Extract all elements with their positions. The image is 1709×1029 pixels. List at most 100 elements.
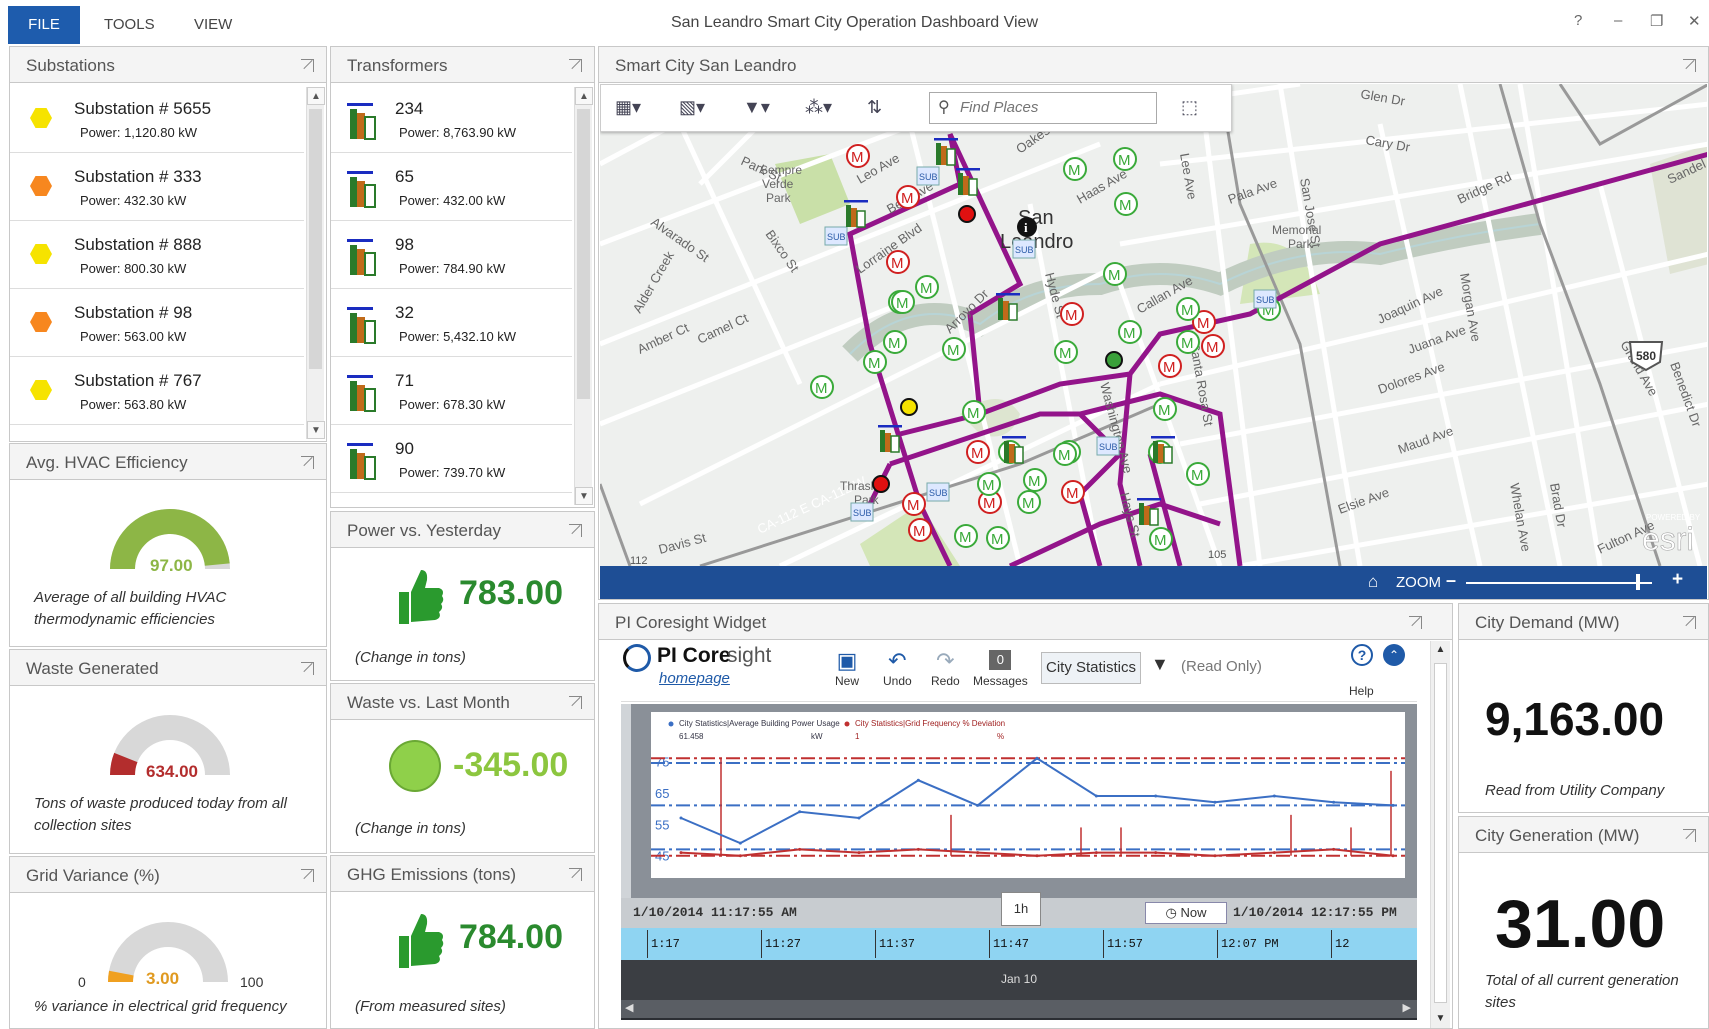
meter-marker-icon[interactable]: M <box>966 440 990 464</box>
transformer-row[interactable]: 71 Power: 678.30 kW <box>331 357 572 425</box>
meter-marker-icon[interactable]: M <box>1054 340 1078 364</box>
transformer-marker-icon[interactable] <box>1002 436 1026 464</box>
scroll-up-icon[interactable]: ▲ <box>1431 641 1450 659</box>
meter-marker-icon[interactable]: M <box>1176 297 1200 321</box>
meter-marker-icon[interactable]: M <box>962 400 986 424</box>
meter-marker-icon[interactable]: M <box>896 185 920 209</box>
maximize-icon[interactable] <box>569 696 582 709</box>
alert-marker-icon[interactable] <box>1105 351 1123 369</box>
substation-marker-icon[interactable]: SUB <box>1096 436 1120 456</box>
transformer-marker-icon[interactable] <box>1151 436 1175 464</box>
maximize-icon[interactable] <box>569 59 582 72</box>
time-scrollbar[interactable]: ◀ ▶ <box>621 1000 1417 1018</box>
cluster-icon[interactable]: ⁂▾ <box>805 97 832 118</box>
end-time[interactable]: 1/10/2014 12:17:55 PM <box>1233 905 1397 920</box>
street-map[interactable]: Park St Sempre Verde Park Leo Ave Best A… <box>600 84 1707 566</box>
meter-marker-icon[interactable]: M <box>1158 354 1182 378</box>
now-button[interactable]: ◷ Now <box>1145 902 1227 924</box>
meter-marker-icon[interactable]: M <box>1053 442 1077 466</box>
scroll-up-icon[interactable]: ▲ <box>575 87 593 105</box>
scroll-left-icon[interactable]: ◀ <box>625 1001 633 1014</box>
redo-button[interactable]: ↷ Redo <box>931 648 960 688</box>
find-places-input[interactable] <box>960 99 1150 116</box>
meter-marker-icon[interactable]: M <box>863 350 887 374</box>
meter-marker-icon[interactable]: M <box>846 144 870 168</box>
time-navigator[interactable]: Jan 10 <box>621 960 1417 1000</box>
meter-marker-icon[interactable]: M <box>1060 302 1084 326</box>
close-icon[interactable]: ✕ <box>1688 12 1701 30</box>
basemap-icon[interactable]: ▦▾ <box>615 97 641 118</box>
restore-icon[interactable]: ❐ <box>1650 12 1663 30</box>
scroll-thumb[interactable] <box>309 109 322 369</box>
meter-marker-icon[interactable]: M <box>891 290 915 314</box>
meter-marker-icon[interactable]: M <box>1201 334 1225 358</box>
meter-marker-icon[interactable]: M <box>1118 320 1142 344</box>
maximize-icon[interactable] <box>569 868 582 881</box>
substation-marker-icon[interactable]: SUB <box>1012 239 1036 259</box>
substation-row[interactable]: Substation # 98 Power: 563.00 kW <box>10 289 304 357</box>
alert-marker-icon[interactable] <box>958 205 976 223</box>
messages-button[interactable]: 0 Messages <box>973 648 1028 688</box>
new-button[interactable]: ▣ New <box>835 648 859 688</box>
display-selector[interactable]: City Statistics <box>1041 652 1141 684</box>
time-axis[interactable]: 1:17 11:27 11:37 11:47 11:57 12:07 PM 12 <box>621 928 1417 960</box>
meter-marker-icon[interactable]: M <box>883 330 907 354</box>
meter-marker-icon[interactable]: M <box>1186 462 1210 486</box>
start-time[interactable]: 1/10/2014 11:17:55 AM <box>633 905 797 920</box>
zoom-slider[interactable] <box>1466 582 1652 584</box>
scroll-thumb[interactable] <box>1434 663 1447 1003</box>
meter-marker-icon[interactable]: M <box>942 337 966 361</box>
zoom-in-button[interactable]: + <box>1672 569 1683 591</box>
substation-row[interactable]: Substation # 888 Power: 800.30 kW <box>10 221 304 289</box>
meter-marker-icon[interactable]: M <box>810 375 834 399</box>
scroll-down-icon[interactable]: ▼ <box>1431 1010 1450 1028</box>
alert-marker-icon[interactable] <box>872 475 890 493</box>
maximize-icon[interactable] <box>1683 829 1696 842</box>
maximize-icon[interactable] <box>1683 59 1696 72</box>
substation-marker-icon[interactable]: SUB <box>926 482 950 502</box>
scroll-thumb[interactable] <box>577 109 590 399</box>
meter-marker-icon[interactable]: M <box>1103 262 1127 286</box>
scroll-right-icon[interactable]: ▶ <box>1403 1001 1411 1014</box>
help-icon[interactable]: ? <box>1574 12 1582 29</box>
undo-button[interactable]: ↶ Undo <box>883 648 912 688</box>
maximize-icon[interactable] <box>301 456 314 469</box>
maximize-icon[interactable] <box>301 59 314 72</box>
substation-marker-icon[interactable]: SUB <box>1253 289 1277 309</box>
alert-marker-icon[interactable] <box>900 398 918 416</box>
meter-marker-icon[interactable]: M <box>886 250 910 274</box>
transformer-marker-icon[interactable] <box>1137 498 1161 526</box>
substation-row[interactable]: Substation # 767 Power: 563.80 kW <box>10 357 304 425</box>
zoom-out-button[interactable]: – <box>1446 570 1456 591</box>
substation-marker-icon[interactable]: SUB <box>824 226 848 246</box>
meter-marker-icon[interactable]: M <box>1176 330 1200 354</box>
substation-row[interactable]: Substation # 333 Power: 432.30 kW <box>10 153 304 221</box>
maximize-icon[interactable] <box>301 662 314 675</box>
meter-marker-icon[interactable]: M <box>1113 147 1137 171</box>
home-icon[interactable]: ⌂ <box>1368 572 1378 592</box>
scroll-down-icon[interactable]: ▼ <box>307 421 325 439</box>
transformer-row[interactable]: 90 Power: 739.70 kW <box>331 425 572 493</box>
meter-marker-icon[interactable]: M <box>1061 480 1085 504</box>
duration-box[interactable]: 1h <box>1001 892 1041 926</box>
layers-icon[interactable]: ▧▾ <box>679 97 705 118</box>
meter-marker-icon[interactable]: M <box>908 518 932 542</box>
meter-marker-icon[interactable]: M <box>1114 192 1138 216</box>
zoom-slider-handle[interactable] <box>1636 574 1640 590</box>
meter-marker-icon[interactable]: M <box>954 524 978 548</box>
transformer-row[interactable]: 234 Power: 8,763.90 kW <box>331 85 572 153</box>
extent-icon[interactable]: ⇅ <box>867 97 882 118</box>
substations-scrollbar[interactable]: ▲ ▼ <box>306 87 325 439</box>
transformer-row[interactable]: 32 Power: 5,432.10 kW <box>331 289 572 357</box>
maximize-icon[interactable] <box>301 869 314 882</box>
meter-marker-icon[interactable]: M <box>902 492 926 516</box>
maximize-icon[interactable] <box>1409 616 1422 629</box>
meter-marker-icon[interactable]: M <box>915 275 939 299</box>
scroll-up-icon[interactable]: ▲ <box>307 87 325 105</box>
substation-marker-icon[interactable]: SUB <box>916 166 940 186</box>
collapse-icon[interactable]: ⌃ <box>1383 644 1405 666</box>
maximize-icon[interactable] <box>569 524 582 537</box>
scroll-down-icon[interactable]: ▼ <box>575 487 593 505</box>
map-canvas[interactable]: Park St Sempre Verde Park Leo Ave Best A… <box>600 84 1707 566</box>
substation-marker-icon[interactable]: SUB <box>850 502 874 522</box>
